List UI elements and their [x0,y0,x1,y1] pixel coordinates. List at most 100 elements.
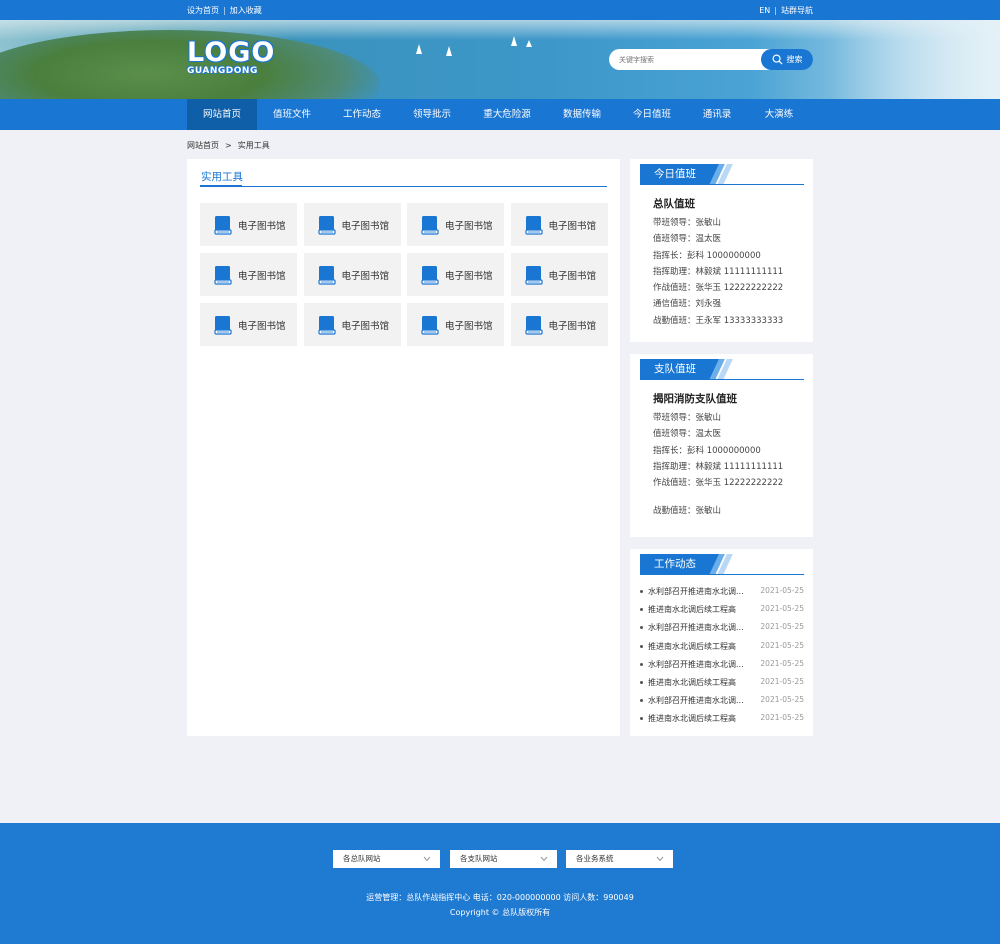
news-item[interactable]: 水利部召开推进南水北调... 2021-05-25 [640,586,806,598]
news-item[interactable]: 水利部召开推进南水北调... 2021-05-25 [640,659,806,671]
duty-row: 战勤值班：王永军 13333333333 [653,316,784,326]
book-icon [421,215,439,235]
site-nav-link[interactable]: 站群导航 [781,6,813,15]
tool-tile[interactable]: 电子图书馆 [510,203,608,246]
duty-row: 带班领导：张敏山 [653,218,722,228]
top-bar-right: EN | 站群导航 [759,5,813,16]
news-item[interactable]: 推进南水北调后续工程高 2021-05-25 [640,677,806,689]
news-item[interactable]: 推进南水北调后续工程高 2021-05-25 [640,641,806,653]
duty-row: 通信值班：刘永强 [653,299,722,309]
book-icon [214,215,232,235]
header-rule [640,574,804,575]
lang-link[interactable]: EN [759,6,770,15]
news-title: 推进南水北调后续工程高 [648,714,736,724]
nav-item-work-news[interactable]: 工作动态 [327,99,397,130]
duty-row: 作战值班：张华玉 12222222222 [653,478,784,488]
duty-row: 战勤值班：张敏山 [653,506,722,516]
search-icon [772,54,783,65]
tool-tile[interactable]: 电子图书馆 [303,203,401,246]
select-business-systems[interactable]: 各业务系统 [566,850,673,868]
news-title: 水利部召开推进南水北调... [648,623,744,633]
tool-tile[interactable]: 电子图书馆 [303,303,401,346]
tool-tile-label: 电子图书馆 [445,320,493,332]
header-banner: LOGO GUANGDONG 搜索 [0,20,1000,99]
duty-row: 带班领导：张敏山 [653,413,722,423]
select-label: 各总队网站 [343,854,381,863]
tool-tile[interactable]: 电子图书馆 [200,203,297,246]
nav-item-duty-files[interactable]: 值班文件 [257,99,327,130]
nav-item-drill[interactable]: 大演练 [749,99,809,130]
duty-row: 指挥长：彭科 1000000000 [653,446,761,456]
breadcrumb-separator: > [225,141,232,150]
tool-tile-label: 电子图书馆 [445,270,493,282]
tool-tile[interactable]: 电子图书馆 [407,253,504,296]
news-item[interactable]: 水利部召开推进南水北调... 2021-05-25 [640,695,806,707]
sailboat-icon [526,40,532,47]
today-duty-card: 今日值班 总队值班 带班领导：张敏山 值班领导：温太医 指挥长：彭科 10000… [630,159,813,342]
sailboat-icon [446,46,452,56]
tool-tile[interactable]: 电子图书馆 [200,253,297,296]
search-input[interactable] [619,52,759,67]
set-home-link[interactable]: 设为首页 [187,6,219,15]
tool-tile-label: 电子图书馆 [445,220,493,232]
book-icon [421,315,439,335]
news-date: 2021-05-25 [760,586,804,595]
bookmark-link[interactable]: 加入收藏 [230,6,262,15]
top-bar: 设为首页 | 加入收藏 EN | 站群导航 [0,0,1000,20]
tool-tile-label: 电子图书馆 [238,270,286,282]
duty-row: 值班领导：温太医 [653,429,722,439]
book-icon [524,315,543,335]
news-item[interactable]: 推进南水北调后续工程高 2021-05-25 [640,713,806,725]
bullet-icon [640,717,643,721]
search-button[interactable]: 搜索 [761,49,813,70]
book-icon [421,265,439,285]
bullet-icon [640,662,643,666]
news-date: 2021-05-25 [760,695,804,705]
nav-item-data-transfer[interactable]: 数据传输 [547,99,617,130]
nav-item-home[interactable]: 网站首页 [187,99,257,130]
tool-tile[interactable]: 电子图书馆 [303,253,401,296]
breadcrumb-home[interactable]: 网站首页 [187,141,219,150]
tool-tile[interactable]: 电子图书馆 [200,303,297,346]
news-date: 2021-05-25 [760,658,804,668]
breadcrumb-current: 实用工具 [237,141,270,150]
bullet-icon [640,608,643,612]
select-label: 各支队网站 [460,854,498,863]
nav-item-major-hazards[interactable]: 重大危险源 [467,99,547,130]
nav-item-contacts[interactable]: 通讯录 [687,99,747,130]
footer-info: 运营管理：总队作战指挥中心 电话：020-000000000 访问人数：9900… [366,893,634,902]
bullet-icon [640,626,643,630]
news-date: 2021-05-25 [760,640,804,650]
tool-tile[interactable]: 电子图书馆 [510,303,608,346]
tool-tile[interactable]: 电子图书馆 [407,203,504,246]
footer-copyright: Copyright © 总队版权所有 [449,908,551,917]
book-icon [214,315,232,335]
nav-item-leader-instructions[interactable]: 领导批示 [397,99,467,130]
book-icon [317,315,336,335]
select-label: 各业务系统 [576,854,614,863]
select-branch-sites[interactable]: 各支队网站 [450,850,557,868]
tool-tile-label: 电子图书馆 [548,220,597,232]
news-item[interactable]: 水利部召开推进南水北调... 2021-05-25 [640,622,806,634]
news-title: 推进南水北调后续工程高 [648,641,736,651]
news-item[interactable]: 推进南水北调后续工程高 2021-05-25 [640,604,806,616]
chevron-down-icon [423,856,431,862]
tool-tile[interactable]: 电子图书馆 [407,303,504,346]
site-logo[interactable]: LOGO GUANGDONG [187,39,275,76]
duty-subtitle: 揭阳消防支队值班 [653,393,737,405]
panel-title: 实用工具 [201,171,243,183]
banner-haze [830,20,1000,99]
nav-item-today-duty[interactable]: 今日值班 [617,99,687,130]
header-rule [640,184,804,185]
divider: | [774,6,777,15]
tools-panel: 实用工具 电子图书馆 电子图书馆 电子图书馆 电子图书馆 电子图书馆 电子图书馆 电子图书馆… [187,159,620,736]
divider: | [223,6,226,15]
select-total-sites[interactable]: 各总队网站 [333,850,440,868]
book-icon [524,265,543,285]
news-date: 2021-05-25 [760,622,804,632]
duty-row: 指挥助理：林毅斌 11111111111 [653,462,784,472]
tool-tile[interactable]: 电子图书馆 [510,253,608,296]
tool-tile-label: 电子图书馆 [341,220,390,232]
news-title: 水利部召开推进南水北调... [648,696,744,706]
card-header: 工作动态 [640,554,804,576]
